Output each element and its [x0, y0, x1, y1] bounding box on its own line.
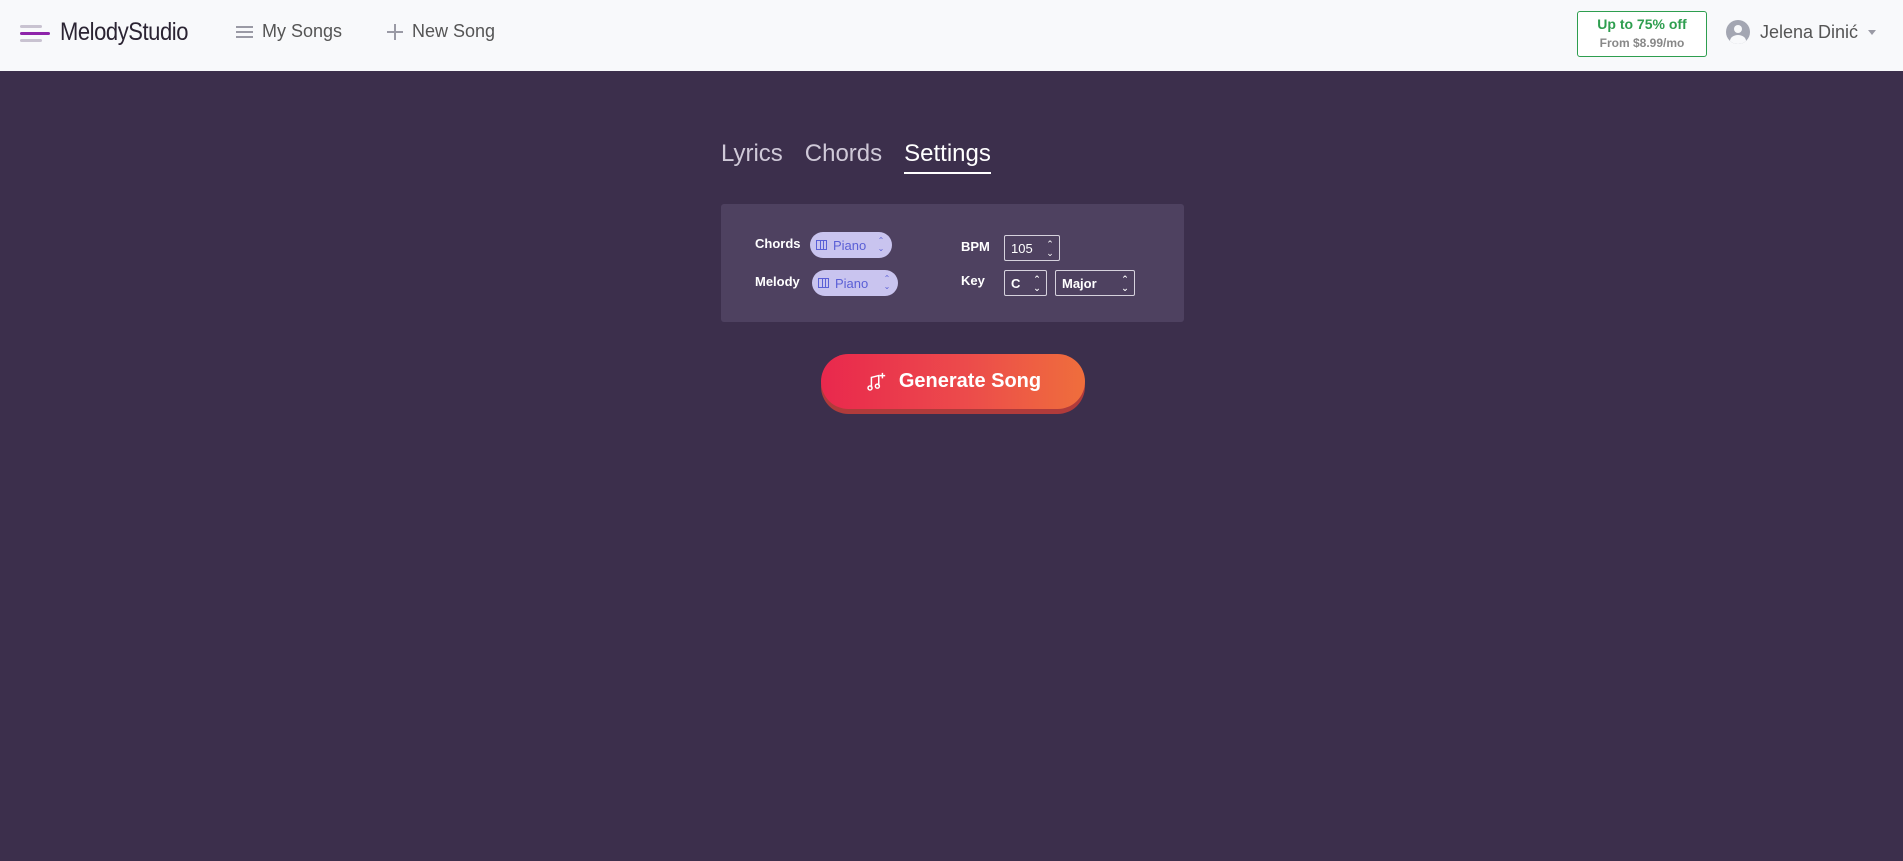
music-note-plus-icon	[867, 372, 886, 391]
plus-icon	[387, 23, 403, 40]
bpm-label: BPM	[961, 239, 990, 254]
user-menu[interactable]: Jelena Dinić	[1726, 20, 1877, 44]
bpm-stepper[interactable]: 105 ⌃ ⌄	[1004, 235, 1060, 261]
nav-new-song[interactable]: New Song	[387, 21, 495, 42]
updown-icon[interactable]: ⌃ ⌄	[1046, 240, 1054, 258]
promo-price: From $8.99/mo	[1599, 36, 1685, 50]
melody-label: Melody	[755, 274, 800, 289]
chevron-down-icon	[1868, 29, 1877, 35]
key-mode-select[interactable]: Major ⌃ ⌄	[1055, 270, 1135, 296]
user-name: Jelena Dinić	[1760, 21, 1859, 42]
nav-new-song-label: New Song	[412, 21, 496, 41]
piano-icon	[816, 240, 827, 250]
top-bar: MelodyStudio My Songs New Song Up to 75%…	[0, 0, 1903, 71]
app-name: MelodyStudio	[60, 18, 189, 46]
chords-label: Chords	[755, 236, 801, 251]
piano-icon	[818, 278, 829, 288]
melody-instrument-select[interactable]: Piano ⌃ ⌄	[812, 270, 898, 296]
key-note-select[interactable]: C ⌃ ⌄	[1004, 270, 1047, 296]
updown-icon: ⌃ ⌄	[1033, 274, 1041, 293]
upgrade-promo-button[interactable]: Up to 75% off From $8.99/mo	[1577, 11, 1707, 57]
updown-icon: ⌃ ⌄	[1121, 274, 1129, 293]
updown-icon: ⌃ ⌄	[877, 236, 885, 253]
tab-chords[interactable]: Chords	[805, 140, 882, 174]
settings-panel: Chords Piano ⌃ ⌄ Melody Piano ⌃ ⌄ BPM 105 …	[721, 204, 1184, 322]
chords-instrument-value: Piano	[833, 237, 867, 253]
bpm-value: 105	[1011, 240, 1033, 256]
tab-lyrics[interactable]: Lyrics	[721, 140, 783, 174]
generate-song-button[interactable]: Generate Song	[821, 354, 1085, 409]
key-label: Key	[961, 273, 985, 288]
key-mode-value: Major	[1062, 275, 1097, 291]
promo-discount: Up to 75% off	[1597, 16, 1687, 32]
tab-settings[interactable]: Settings	[904, 140, 991, 174]
avatar-icon	[1726, 20, 1750, 44]
chords-instrument-select[interactable]: Piano ⌃ ⌄	[810, 232, 892, 258]
editor-tabs: Lyrics Chords Settings	[721, 140, 1013, 174]
nav-my-songs[interactable]: My Songs	[236, 21, 342, 42]
app-logo[interactable]: MelodyStudio	[20, 18, 205, 47]
list-icon	[236, 25, 253, 39]
updown-icon: ⌃ ⌄	[883, 274, 891, 291]
logo-icon	[20, 22, 50, 44]
melody-instrument-value: Piano	[835, 275, 869, 291]
key-note-value: C	[1011, 275, 1021, 291]
nav-my-songs-label: My Songs	[262, 21, 343, 41]
generate-song-label: Generate Song	[898, 370, 1042, 392]
